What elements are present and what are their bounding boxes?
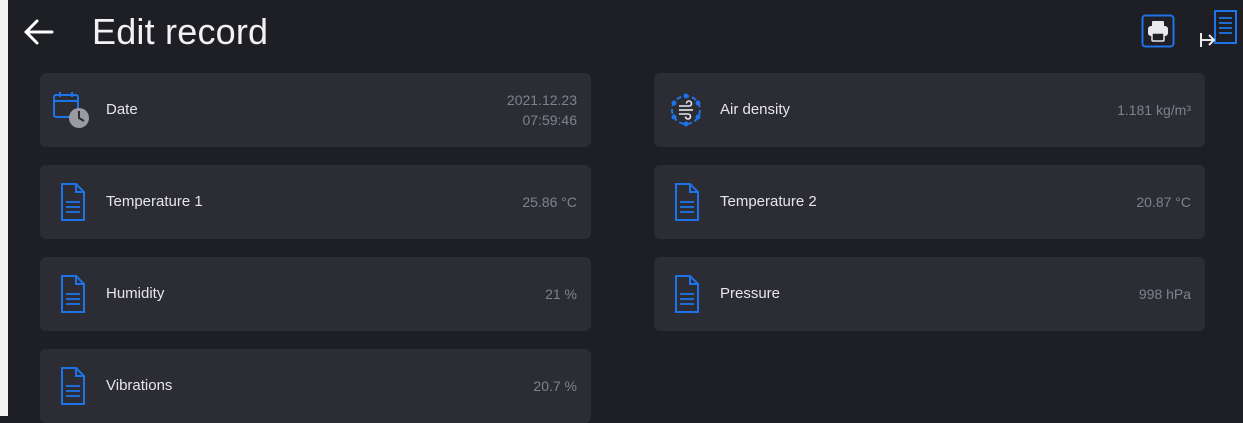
field-label: Air density [720,101,791,118]
document-icon [675,275,699,313]
field-value: 998 hPa [1139,257,1191,331]
header-bar: Edit record [8,0,1243,66]
field-value: 21 % [545,257,577,331]
field-value: 20.7 % [533,349,577,423]
field-label: Humidity [106,285,165,302]
field-value: 20.87 °C [1136,165,1191,239]
left-edge-strip [0,0,8,416]
time-value: 07:59:46 [522,112,578,128]
temperature-2-value: 20.87 °C [1136,194,1191,210]
field-date[interactable]: Date 2021.12.23 07:59:46 [40,73,591,147]
field-air-density[interactable]: Air density 1.181 kg/m³ [654,73,1205,147]
vibrations-value: 20.7 % [533,378,577,394]
pressure-value: 998 hPa [1138,286,1191,302]
temperature-1-value: 25.86 °C [522,194,577,210]
document-icon [675,183,699,221]
field-value: 1.181 kg/m³ [1117,73,1191,147]
calendar-clock-icon [53,92,89,128]
field-label: Date [106,101,138,118]
arrow-left-icon[interactable] [22,15,56,49]
field-humidity[interactable]: Humidity 21 % [40,257,591,331]
field-label: Temperature 1 [106,193,203,210]
field-vibrations[interactable]: Vibrations 20.7 % [40,349,591,423]
field-value: 2021.12.23 07:59:46 [507,73,577,147]
field-temperature-1[interactable]: Temperature 1 25.86 °C [40,165,591,239]
humidity-value: 21 % [545,286,577,302]
field-value: 25.86 °C [522,165,577,239]
field-temperature-2[interactable]: Temperature 2 20.87 °C [654,165,1205,239]
date-value: 2021.12.23 [506,92,577,108]
printer-icon[interactable] [1141,14,1175,48]
document-export-icon[interactable] [1198,9,1238,51]
field-label: Pressure [720,285,781,302]
document-icon [61,275,85,313]
page-title: Edit record [92,11,269,52]
document-icon [61,183,85,221]
field-pressure[interactable]: Pressure 998 hPa [654,257,1205,331]
air-density-icon [671,93,701,127]
air-density-value: 1.181 kg/m³ [1117,102,1191,118]
field-label: Temperature 2 [720,193,817,210]
field-label: Vibrations [106,377,173,394]
document-icon [61,367,85,405]
